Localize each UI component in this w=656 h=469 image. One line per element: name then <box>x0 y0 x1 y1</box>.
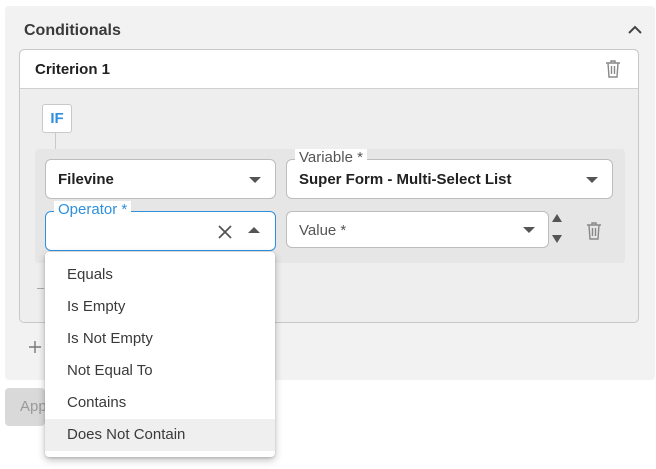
operator-select[interactable]: Operator * <box>45 201 276 251</box>
apply-button[interactable]: Apply <box>5 388 45 426</box>
criterion-title: Criterion 1 <box>35 61 111 78</box>
operator-option[interactable]: Contains <box>45 387 275 419</box>
operator-option[interactable]: Equals <box>45 259 275 291</box>
panel-title: Conditionals <box>24 22 121 39</box>
number-spinner[interactable] <box>549 211 565 247</box>
clear-icon[interactable] <box>217 224 233 240</box>
operator-dropdown-menu: Equals Is Empty Is Not Empty Not Equal To Co… <box>45 252 275 457</box>
source-select[interactable]: Filevine <box>45 159 276 199</box>
if-badge: IF <box>42 104 72 133</box>
variable-label: Variable * <box>295 149 367 167</box>
variable-dropdown-arrow-icon[interactable] <box>586 177 598 183</box>
delete-condition-trash-icon[interactable] <box>584 220 604 242</box>
plus-icon[interactable] <box>28 340 42 354</box>
variable-select[interactable]: Variable * Super Form - Multi-Select Lis… <box>286 149 613 199</box>
value-select[interactable]: Value * <box>286 211 549 248</box>
criterion-header: Criterion 1 <box>20 50 638 89</box>
source-select-value: Filevine <box>58 171 114 188</box>
source-dropdown-arrow-icon[interactable] <box>249 177 261 183</box>
operator-label: Operator * <box>54 201 132 219</box>
operator-option[interactable]: Is Not Empty <box>45 323 275 355</box>
operator-option[interactable]: Not Equal To <box>45 355 275 387</box>
spinner-up-icon[interactable] <box>552 214 562 222</box>
operator-option[interactable]: Is Empty <box>45 291 275 323</box>
spinner-down-icon[interactable] <box>552 235 562 243</box>
if-connector-line <box>55 133 56 149</box>
chevron-up-icon[interactable] <box>625 20 645 40</box>
value-dropdown-arrow-icon[interactable] <box>523 227 535 233</box>
operator-dropdown-arrow-icon[interactable] <box>248 227 260 233</box>
delete-criterion-trash-icon[interactable] <box>603 58 623 80</box>
operator-option[interactable]: Does Not Contain <box>45 419 275 451</box>
value-select-placeholder: Value * <box>299 222 347 239</box>
variable-select-value: Super Form - Multi-Select List <box>299 171 512 188</box>
partially-hidden-control <box>37 288 44 289</box>
